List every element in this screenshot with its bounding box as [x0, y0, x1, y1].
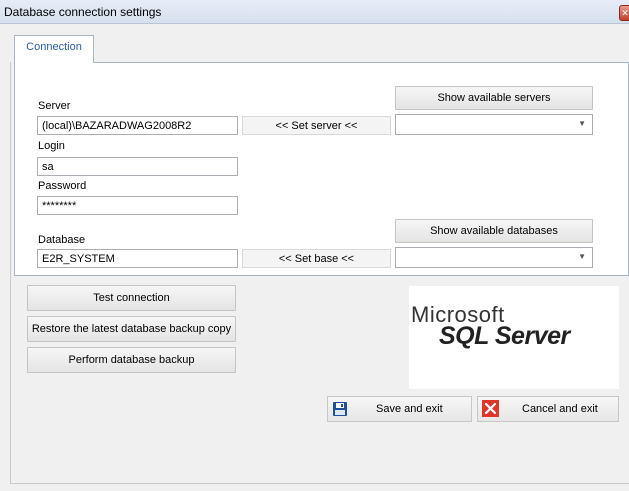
- perform-backup-button[interactable]: Perform database backup: [27, 347, 236, 373]
- database-input[interactable]: [37, 249, 238, 268]
- close-icon: ✕: [621, 8, 629, 18]
- window-left-border: [10, 62, 11, 484]
- set-server-button[interactable]: << Set server <<: [242, 116, 391, 135]
- login-input[interactable]: [37, 157, 238, 176]
- window-bottom-border: [10, 483, 629, 484]
- title-bar: Database connection settings ✕: [0, 0, 629, 24]
- sql-server-logo: Microsoft SQL Server: [409, 286, 619, 389]
- test-connection-button[interactable]: Test connection: [27, 285, 236, 311]
- logo-sql-server-text: SQL Server: [439, 322, 570, 350]
- chevron-down-icon: ▼: [578, 119, 586, 128]
- close-button[interactable]: ✕: [619, 5, 629, 21]
- tab-connection-label: Connection: [26, 41, 82, 53]
- tab-connection[interactable]: Connection: [14, 35, 94, 63]
- server-combo[interactable]: ▼: [395, 114, 593, 135]
- red-x-icon: [482, 400, 499, 417]
- restore-backup-button[interactable]: Restore the latest database backup copy: [27, 316, 236, 342]
- server-label: Server: [38, 100, 71, 112]
- show-databases-button[interactable]: Show available databases: [395, 219, 593, 243]
- database-combo[interactable]: ▼: [395, 247, 593, 268]
- database-label: Database: [38, 234, 86, 246]
- save-exit-label: Save and exit: [376, 403, 443, 415]
- show-servers-button[interactable]: Show available servers: [395, 86, 593, 110]
- login-label: Login: [38, 140, 65, 152]
- cancel-exit-label: Cancel and exit: [522, 403, 598, 415]
- save-exit-button[interactable]: Save and exit: [327, 396, 472, 422]
- chevron-down-icon: ▼: [578, 252, 586, 261]
- server-input[interactable]: [37, 116, 238, 135]
- set-base-button[interactable]: << Set base <<: [242, 249, 391, 268]
- window-title: Database connection settings: [4, 5, 162, 19]
- floppy-disk-icon: [333, 402, 347, 416]
- password-input[interactable]: [37, 196, 238, 215]
- cancel-exit-button[interactable]: Cancel and exit: [477, 396, 619, 422]
- password-label: Password: [38, 180, 87, 192]
